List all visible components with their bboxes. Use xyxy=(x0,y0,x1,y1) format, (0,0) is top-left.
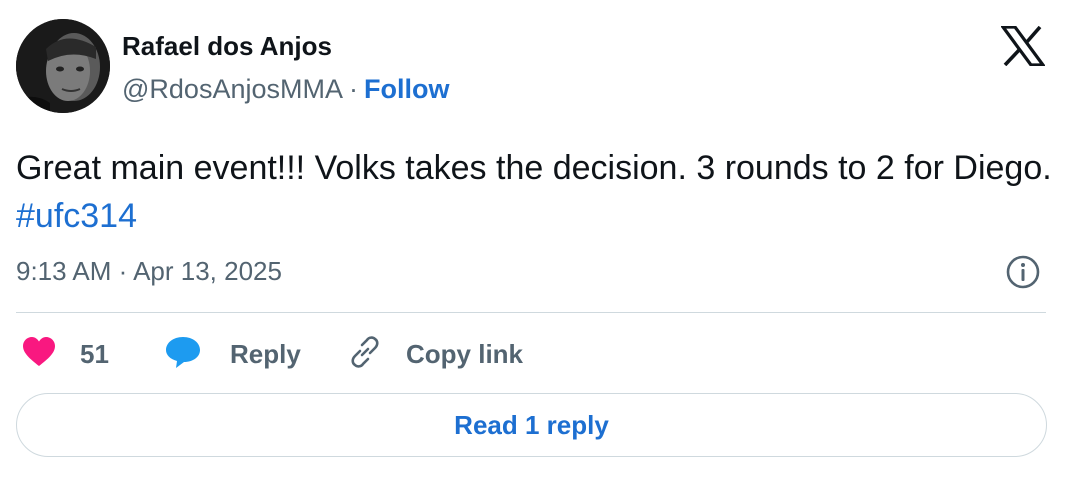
copy-link-button[interactable]: Copy link xyxy=(346,334,523,374)
tweet-timestamp[interactable]: 9:13 AM · Apr 13, 2025 xyxy=(16,254,282,288)
avatar[interactable] xyxy=(16,19,110,113)
x-logo-icon[interactable] xyxy=(999,25,1047,67)
reply-button[interactable]: Reply xyxy=(164,334,301,374)
divider xyxy=(16,312,1046,313)
link-icon xyxy=(346,333,384,376)
speech-bubble-icon xyxy=(164,335,202,374)
follow-button[interactable]: Follow xyxy=(364,74,449,104)
author-handle-row: @RdosAnjosMMA · Follow xyxy=(122,72,449,106)
like-button[interactable]: 51 xyxy=(22,334,109,374)
heart-icon xyxy=(22,336,56,373)
info-icon[interactable] xyxy=(1005,254,1041,290)
tweet-embed-card: Rafael dos Anjos @RdosAnjosMMA · Follow Gr… xyxy=(0,0,1078,484)
tweet-body: Great main event!!! Volks takes the deci… xyxy=(16,149,1052,187)
tweet-text: Great main event!!! Volks takes the deci… xyxy=(16,144,1056,240)
read-reply-button[interactable]: Read 1 reply xyxy=(16,393,1047,457)
author-display-name[interactable]: Rafael dos Anjos xyxy=(122,30,332,62)
reply-label: Reply xyxy=(230,338,301,369)
author-handle[interactable]: @RdosAnjosMMA xyxy=(122,74,343,104)
hashtag-link[interactable]: #ufc314 xyxy=(16,197,137,235)
read-reply-label: Read 1 reply xyxy=(454,409,609,440)
separator-dot: · xyxy=(348,74,358,104)
like-count: 51 xyxy=(80,338,109,369)
copy-link-label: Copy link xyxy=(406,338,524,369)
